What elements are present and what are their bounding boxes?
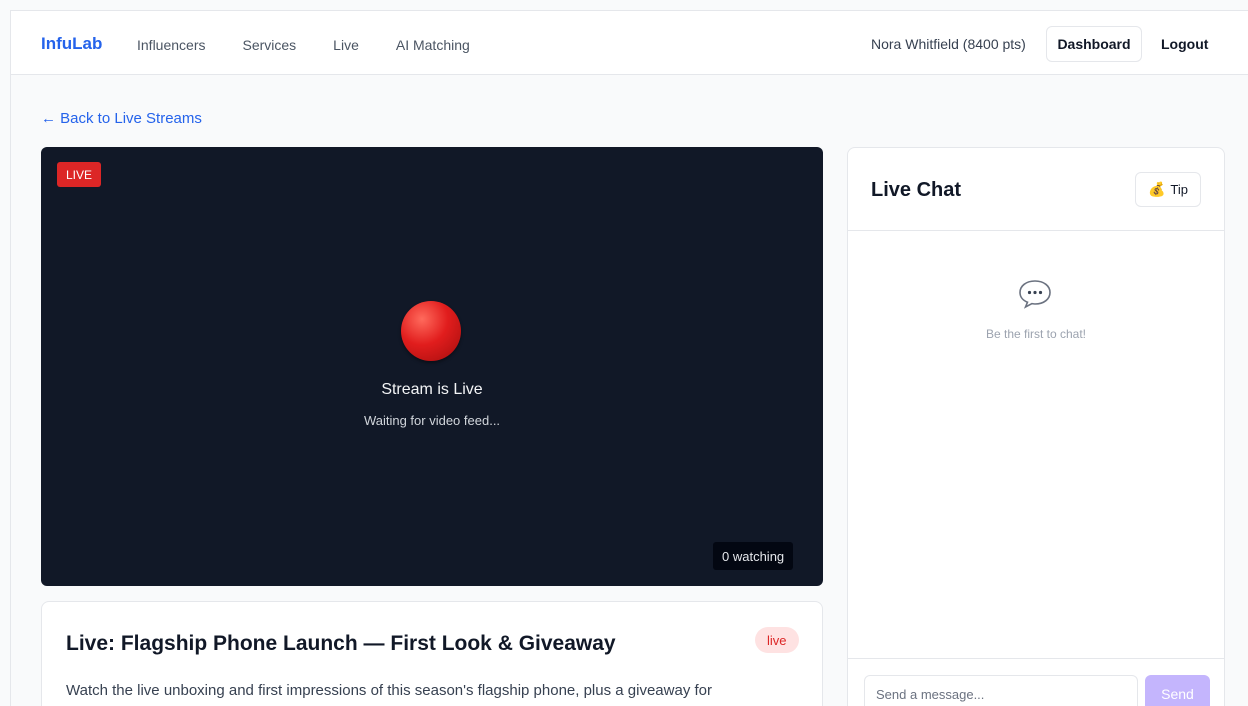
red-circle-icon (401, 301, 461, 361)
nav-links: Influencers Services Live AI Matching (137, 37, 507, 53)
dashboard-button[interactable]: Dashboard (1046, 26, 1142, 62)
user-points: Nora Whitfield (8400 pts) (871, 36, 1026, 52)
brand-logo[interactable]: InfuLab (41, 34, 102, 54)
chat-composer: Send (848, 658, 1224, 706)
chat-header: Live Chat 💰 Tip (848, 148, 1224, 231)
money-bag-icon: 💰 (1147, 181, 1166, 197)
chat-empty-message: Be the first to chat! (985, 327, 1087, 341)
stream-status-subtitle: Waiting for video feed... (363, 413, 501, 428)
viewer-count-badge: 0 watching (713, 542, 794, 570)
tip-button[interactable]: 💰 Tip (1135, 172, 1201, 207)
live-chat-panel: Live Chat 💰 Tip Be the first to chat! Se… (847, 147, 1225, 706)
nav-link-ai-matching[interactable]: AI Matching (396, 37, 470, 53)
app-frame: InfuLab Influencers Services Live AI Mat… (10, 10, 1248, 706)
tip-label: Tip (1170, 182, 1188, 197)
back-to-live-streams-link[interactable]: ← Back to Live Streams (41, 110, 202, 127)
chat-title: Live Chat (871, 179, 962, 201)
stream-info-card: Live: Flagship Phone Launch — First Look… (41, 601, 823, 706)
nav-link-services[interactable]: Services (242, 37, 296, 53)
nav-link-live[interactable]: Live (333, 37, 359, 53)
live-badge: LIVE (57, 162, 102, 187)
speech-bubble-icon (1019, 280, 1051, 309)
send-button[interactable]: Send (1145, 675, 1210, 706)
nav-link-influencers[interactable]: Influencers (137, 37, 205, 53)
stream-title: Live: Flagship Phone Launch — First Look… (66, 632, 616, 655)
stream-status-title: Stream is Live (381, 381, 483, 398)
video-player[interactable]: LIVE Stream is Live Waiting for video fe… (41, 147, 823, 586)
chat-message-input[interactable] (864, 675, 1138, 706)
status-badge: live (755, 627, 799, 653)
logout-button[interactable]: Logout (1161, 36, 1208, 52)
top-nav: InfuLab Influencers Services Live AI Mat… (11, 11, 1248, 75)
stream-description: Watch the live unboxing and first impres… (66, 682, 712, 699)
